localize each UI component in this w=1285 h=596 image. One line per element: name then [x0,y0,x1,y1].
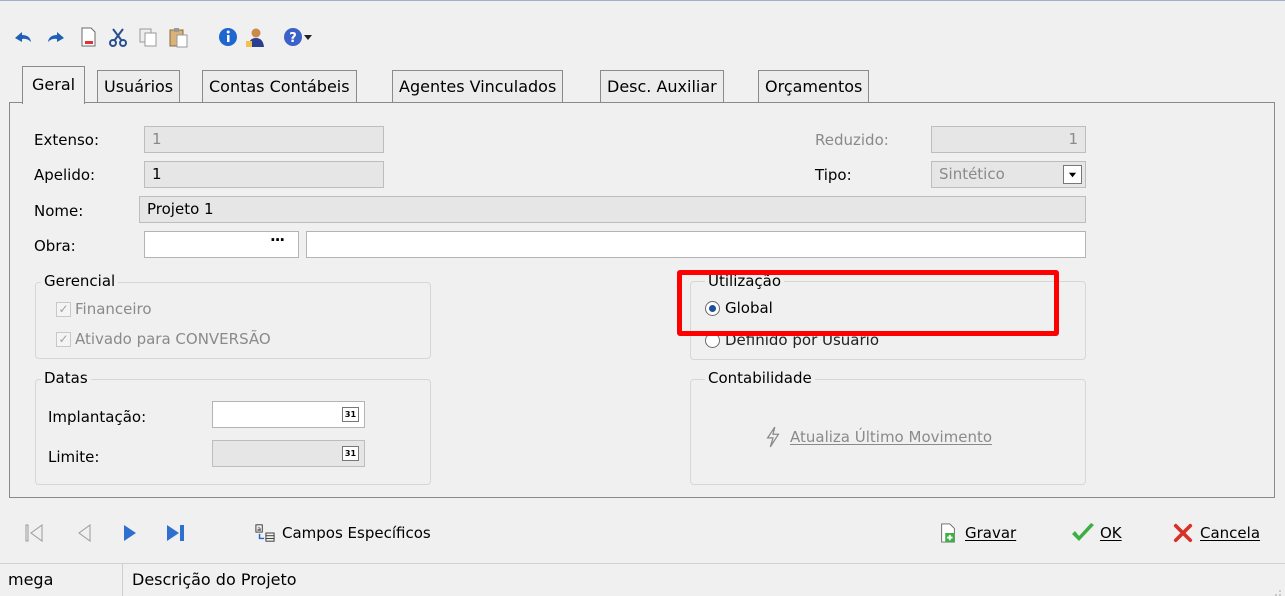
info-icon[interactable] [216,25,240,49]
datas-group: Datas [35,369,431,485]
tab-orcamentos[interactable]: Orçamentos [758,70,870,103]
atualiza-button[interactable]: Atualiza Último Movimento [760,422,992,452]
reduzido-label: Reduzido: [815,131,889,149]
nome-field[interactable]: Projeto 1 [139,196,1086,223]
save-icon [935,521,961,545]
cut-icon[interactable] [106,25,130,49]
obra-label: Obra: [34,237,76,255]
next-record-button[interactable] [122,518,138,548]
check-icon: ✓ [56,331,71,347]
new-document-icon[interactable] [76,25,100,49]
cancela-button[interactable]: Cancela [1170,518,1260,548]
status-bar: mega Descrição do Projeto [0,563,1285,596]
copy-icon[interactable] [136,25,160,49]
tab-agentes-vinculados[interactable]: Agentes Vinculados [392,70,564,103]
conversao-label: Ativado para CONVERSÃO [75,330,271,348]
toolbar: ? [0,0,1285,62]
campos-especificos-button[interactable]: a Campos Específicos [252,518,431,548]
implantacao-label: Implantação: [48,408,147,426]
cancel-icon [1170,521,1196,545]
status-user: mega [0,564,123,596]
tipo-select[interactable]: Sintético [931,161,1086,188]
calendar-icon[interactable]: 31 [342,446,359,461]
previous-icon [78,524,91,542]
dropdown-arrow-icon[interactable] [301,25,315,49]
paste-icon[interactable] [166,25,190,49]
nome-label: Nome: [34,202,84,220]
last-icon [167,525,184,541]
extenso-label: Extenso: [34,131,100,149]
apelido-field[interactable]: 1 [144,161,384,188]
next-icon [124,525,136,541]
tab-geral[interactable]: Geral [22,66,86,104]
contabilidade-title: Contabilidade [705,369,815,387]
obra-lookup-button[interactable]: ··· [270,231,285,249]
redo-icon[interactable] [44,25,68,49]
datas-title: Datas [41,369,91,387]
tab-desc-auxiliar[interactable]: Desc. Auxiliar [600,70,724,103]
limite-label: Limite: [48,448,100,466]
highlight-box [677,270,1059,336]
calendar-icon[interactable]: 31 [342,407,359,422]
extenso-field[interactable]: 1 [144,126,384,153]
user-icon[interactable] [243,25,267,49]
lightning-icon [760,425,786,449]
svg-text:?: ? [289,31,297,46]
last-record-button[interactable] [165,518,187,548]
financeiro-label: Financeiro [75,300,152,318]
cancela-label: Cancela [1200,524,1261,542]
tipo-label: Tipo: [815,166,852,184]
reduzido-field[interactable]: 1 [931,126,1086,153]
first-icon [25,524,43,542]
chevron-down-icon[interactable] [1063,165,1082,184]
checkmark-icon [1070,521,1096,545]
tab-contas-contabeis[interactable]: Contas Contábeis [202,70,357,103]
apelido-label: Apelido: [34,166,96,184]
tab-usuarios[interactable]: Usuários [97,70,181,103]
first-record-button[interactable] [24,518,44,548]
fields-icon: a [252,521,278,545]
atualiza-label: Atualiza Último Movimento [790,428,993,446]
ok-button[interactable]: OK [1070,518,1122,548]
tipo-value: Sintético [939,165,1005,183]
status-description: Descrição do Projeto [132,570,297,589]
campos-especificos-label: Campos Específicos [282,524,431,542]
obra-description-field[interactable] [306,231,1086,258]
undo-icon[interactable] [11,25,35,49]
previous-record-button[interactable] [76,518,92,548]
financeiro-checkbox[interactable]: ✓ Financeiro [56,300,152,318]
gerencial-title: Gerencial [41,272,119,290]
resize-grip-icon[interactable] [1272,583,1282,596]
conversao-checkbox[interactable]: ✓ Ativado para CONVERSÃO [56,330,271,348]
ok-label: OK [1100,524,1122,542]
gravar-label: Gravar [965,524,1017,542]
svg-text:a: a [257,526,261,533]
check-icon: ✓ [56,301,71,317]
gravar-button[interactable]: Gravar [935,518,1016,548]
